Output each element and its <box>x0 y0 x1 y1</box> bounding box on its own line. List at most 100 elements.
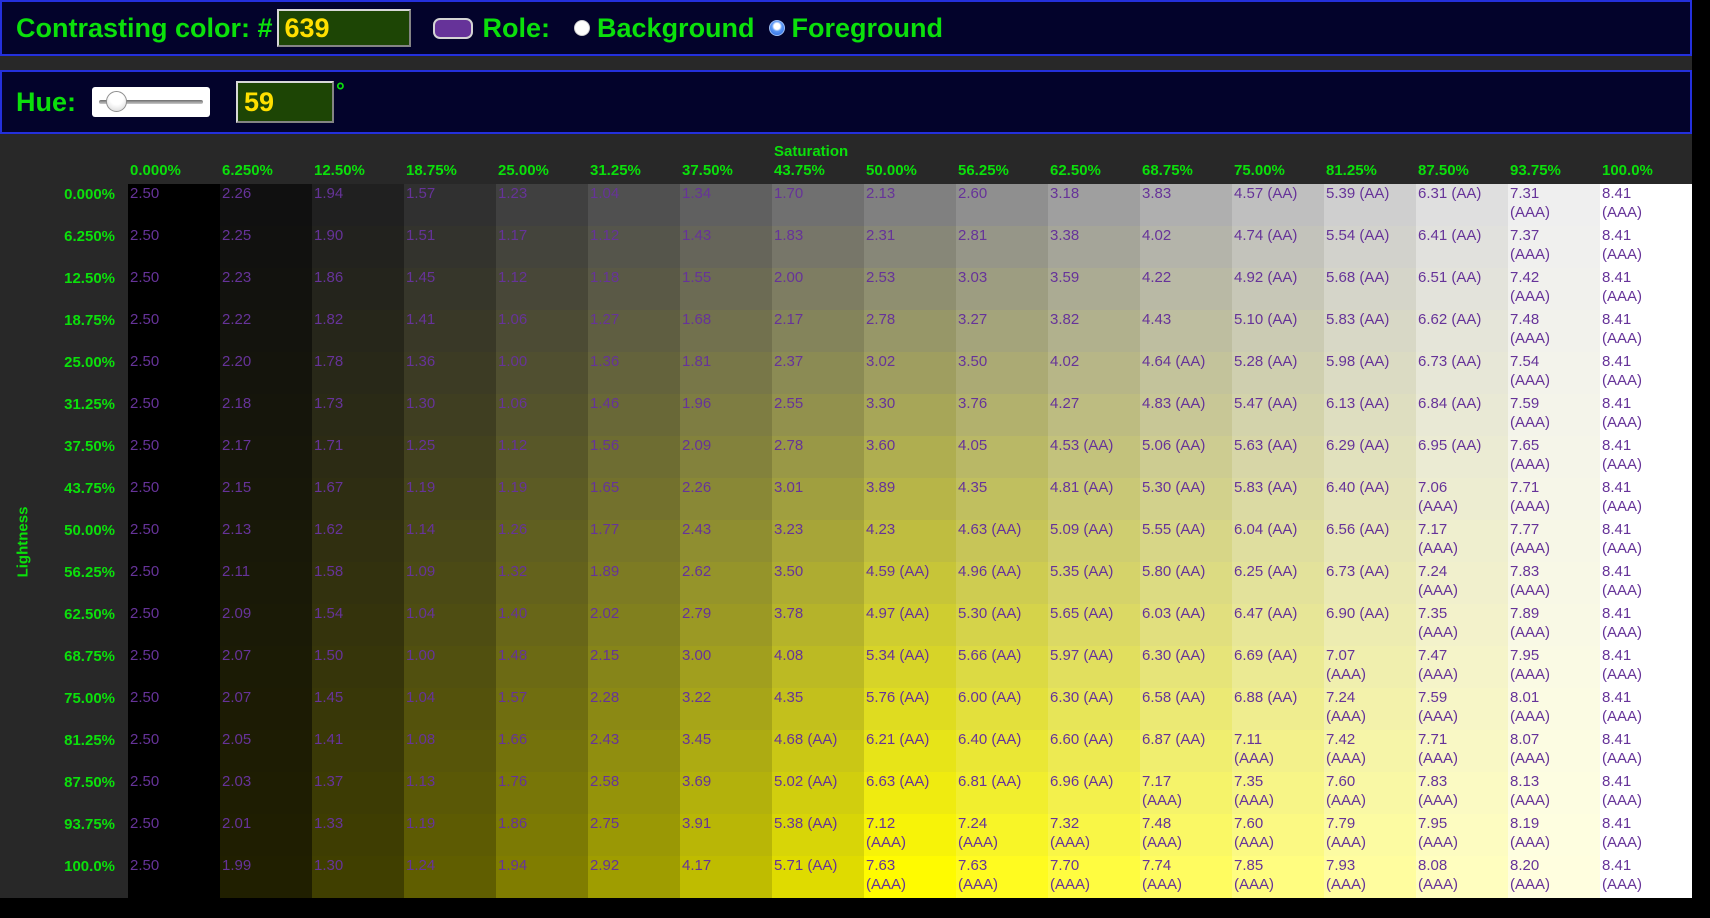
contrast-cell: 2.50 <box>128 730 220 772</box>
contrast-cell: 8.41 (AAA) <box>1600 352 1692 394</box>
contrast-cell: 8.41 (AAA) <box>1600 184 1692 226</box>
contrast-cell: 1.96 <box>680 394 772 436</box>
contrast-cell: 2.50 <box>128 394 220 436</box>
lightness-row-header: 68.75% <box>0 646 128 688</box>
contrast-cell: 6.63 (AA) <box>864 772 956 814</box>
contrast-cell: 2.50 <box>128 226 220 268</box>
contrast-cell: 1.56 <box>588 436 680 478</box>
role-radio-foreground[interactable]: Foreground <box>769 13 943 44</box>
contrast-cell: 8.20 (AAA) <box>1508 856 1600 898</box>
role-option-label: Foreground <box>792 13 943 44</box>
contrast-cell: 3.38 <box>1048 226 1140 268</box>
contrast-cell: 1.41 <box>312 730 404 772</box>
contrast-cell: 6.60 (AA) <box>1048 730 1140 772</box>
role-radio-background[interactable]: Background <box>574 13 755 44</box>
contrast-cell: 8.41 (AAA) <box>1600 436 1692 478</box>
contrast-cell: 1.00 <box>404 646 496 688</box>
saturation-column-header: 87.50% <box>1416 162 1508 184</box>
contrast-cell: 2.26 <box>680 478 772 520</box>
contrast-cell: 1.37 <box>312 772 404 814</box>
contrast-cell: 7.12 (AAA) <box>864 814 956 856</box>
hue-slider-thumb[interactable] <box>106 91 127 112</box>
contrast-cell: 4.59 (AA) <box>864 562 956 604</box>
contrast-cell: 7.63 (AAA) <box>864 856 956 898</box>
contrast-cell: 2.02 <box>588 604 680 646</box>
contrast-cell: 1.04 <box>588 184 680 226</box>
contrast-cell: 7.24 (AAA) <box>1416 562 1508 604</box>
contrast-cell: 4.22 <box>1140 268 1232 310</box>
contrast-cell: 2.26 <box>220 184 312 226</box>
contrast-cell: 1.30 <box>312 856 404 898</box>
contrast-cell: 4.27 <box>1048 394 1140 436</box>
contrast-cell: 1.51 <box>404 226 496 268</box>
contrast-cell: 3.76 <box>956 394 1048 436</box>
contrast-cell: 5.65 (AA) <box>1048 604 1140 646</box>
contrast-cell: 2.78 <box>864 310 956 352</box>
contrast-cell: 4.35 <box>956 478 1048 520</box>
contrast-cell: 7.24 (AAA) <box>1324 688 1416 730</box>
hue-value-input[interactable] <box>236 81 334 123</box>
saturation-column-header: 50.00% <box>864 162 956 184</box>
lightness-row-header: 62.50% <box>0 604 128 646</box>
saturation-column-header: 25.00% <box>496 162 588 184</box>
contrast-cell: 3.30 <box>864 394 956 436</box>
app-container: Contrasting color: # Role: Background Fo… <box>0 0 1692 898</box>
contrast-cell: 7.77 (AAA) <box>1508 520 1600 562</box>
contrast-cell: 5.66 (AA) <box>956 646 1048 688</box>
contrast-cell: 1.12 <box>588 226 680 268</box>
contrast-cell: 2.25 <box>220 226 312 268</box>
contrast-cell: 2.50 <box>128 772 220 814</box>
contrast-cell: 1.99 <box>220 856 312 898</box>
contrast-cell: 6.81 (AA) <box>956 772 1048 814</box>
contrast-cell: 8.41 (AAA) <box>1600 772 1692 814</box>
contrast-cell: 8.41 (AAA) <box>1600 646 1692 688</box>
contrast-cell: 2.20 <box>220 352 312 394</box>
hue-slider[interactable] <box>92 87 210 117</box>
contrast-cell: 2.55 <box>772 394 864 436</box>
contrast-cell: 2.50 <box>128 478 220 520</box>
contrast-cell: 6.41 (AA) <box>1416 226 1508 268</box>
contrast-cell: 2.50 <box>128 520 220 562</box>
contrast-cell: 6.95 (AA) <box>1416 436 1508 478</box>
contrast-cell: 1.70 <box>772 184 864 226</box>
contrast-cell: 2.15 <box>220 478 312 520</box>
contrast-cell: 6.21 (AA) <box>864 730 956 772</box>
contrast-cell: 2.75 <box>588 814 680 856</box>
lightness-row-header: 6.250% <box>0 226 128 268</box>
radio-icon[interactable] <box>574 20 590 36</box>
contrast-cell: 2.28 <box>588 688 680 730</box>
contrast-cell: 6.73 (AA) <box>1324 562 1416 604</box>
contrast-cell: 5.55 (AA) <box>1140 520 1232 562</box>
contrast-cell: 7.42 (AAA) <box>1508 268 1600 310</box>
contrast-cell: 1.27 <box>588 310 680 352</box>
contrast-cell: 4.83 (AA) <box>1140 394 1232 436</box>
contrast-cell: 2.50 <box>128 436 220 478</box>
contrast-cell: 3.69 <box>680 772 772 814</box>
saturation-column-header: 100.0% <box>1600 162 1692 184</box>
contrast-cell: 1.43 <box>680 226 772 268</box>
contrast-cell: 6.90 (AA) <box>1324 604 1416 646</box>
contrast-cell: 8.41 (AAA) <box>1600 394 1692 436</box>
saturation-column-header: 75.00% <box>1232 162 1324 184</box>
lightness-row-header: 0.000% <box>0 184 128 226</box>
lightness-row-header: 37.50% <box>0 436 128 478</box>
contrast-matrix-area: Lightness Saturation 0.000%6.250%12.50%1… <box>0 134 1692 898</box>
saturation-column-header: 62.50% <box>1048 162 1140 184</box>
contrast-cell: 6.62 (AA) <box>1416 310 1508 352</box>
contrast-color-input[interactable] <box>277 9 411 47</box>
contrast-cell: 4.96 (AA) <box>956 562 1048 604</box>
contrast-cell: 1.94 <box>312 184 404 226</box>
contrast-cell: 1.19 <box>404 478 496 520</box>
lightness-row-header: 81.25% <box>0 730 128 772</box>
contrast-cell: 4.53 (AA) <box>1048 436 1140 478</box>
contrast-cell: 1.54 <box>312 604 404 646</box>
contrast-cell: 8.41 (AAA) <box>1600 478 1692 520</box>
contrast-cell: 4.02 <box>1048 352 1140 394</box>
contrast-cell: 7.60 (AAA) <box>1232 814 1324 856</box>
color-swatch <box>433 18 473 39</box>
contrast-cell: 1.66 <box>496 730 588 772</box>
contrast-cell: 7.48 (AAA) <box>1140 814 1232 856</box>
radio-icon[interactable] <box>769 20 785 36</box>
saturation-column-header: 31.25% <box>588 162 680 184</box>
contrast-cell: 5.54 (AA) <box>1324 226 1416 268</box>
